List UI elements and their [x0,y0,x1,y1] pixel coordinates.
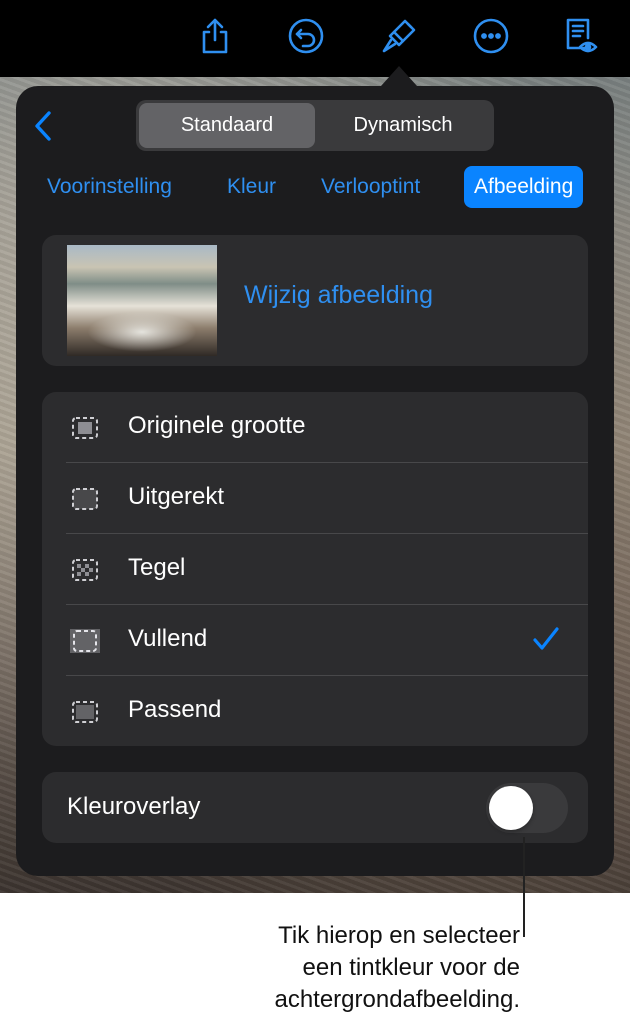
fill-icon [70,629,100,653]
tab-gradient[interactable]: Verlooptint [321,166,420,208]
image-thumbnail [67,245,217,356]
option-stretch[interactable]: Uitgerekt [42,463,588,534]
popover-arrow [381,66,417,86]
callout-line-3: achtergrondafbeelding. [274,986,520,1013]
option-label: Vullend [128,625,208,652]
color-overlay-toggle[interactable] [486,783,568,833]
segment-dynamic[interactable]: Dynamisch [315,103,491,148]
segment-standard[interactable]: Standaard [139,103,315,148]
checkmark-icon [533,627,559,650]
tile-icon [72,559,98,581]
format-popover: Standaard Dynamisch Voorinstelling Kleur… [16,86,614,876]
chevron-left-icon [35,111,51,141]
undo-icon[interactable] [284,14,328,58]
callout-line [523,837,525,937]
tab-image[interactable]: Afbeelding [464,166,584,208]
option-label: Originele grootte [128,412,306,439]
option-original-size[interactable]: Originele grootte [42,392,588,463]
share-icon[interactable] [193,14,237,58]
fill-type-tabs: Voorinstelling Kleur Verlooptint Afbeeld… [34,166,596,208]
toggle-knob [489,786,533,830]
callout-line-1: Tik hierop en selecteer [278,922,520,949]
color-overlay-label: Kleuroverlay [67,793,201,820]
option-tile[interactable]: Tegel [42,534,588,605]
back-button[interactable] [28,108,58,144]
original-size-icon [72,417,98,439]
tab-color[interactable]: Kleur [227,166,276,208]
image-scale-options: Originele grootte Uitgerekt Tegel Vullen… [42,392,588,746]
reader-view-icon[interactable] [558,14,602,58]
stretch-icon [72,488,98,510]
fit-icon [72,701,98,723]
option-label: Passend [128,696,222,723]
tab-preset[interactable]: Voorinstelling [47,166,172,208]
change-image-button[interactable]: Wijzig afbeelding [244,281,433,310]
top-toolbar [0,0,630,77]
more-icon[interactable] [469,14,513,58]
callout-line-2: een tintkleur voor de [302,954,520,981]
option-fill[interactable]: Vullend [42,605,588,676]
option-label: Tegel [128,554,186,581]
image-card: Wijzig afbeelding [42,235,588,366]
paintbrush-icon[interactable] [377,14,421,58]
color-overlay-row: Kleuroverlay [42,772,588,843]
option-fit[interactable]: Passend [42,676,588,747]
style-segmented-control: Standaard Dynamisch [136,100,494,151]
callout-text: Tik hierop en selecteer een tintkleur vo… [120,920,520,1016]
option-label: Uitgerekt [128,483,225,510]
